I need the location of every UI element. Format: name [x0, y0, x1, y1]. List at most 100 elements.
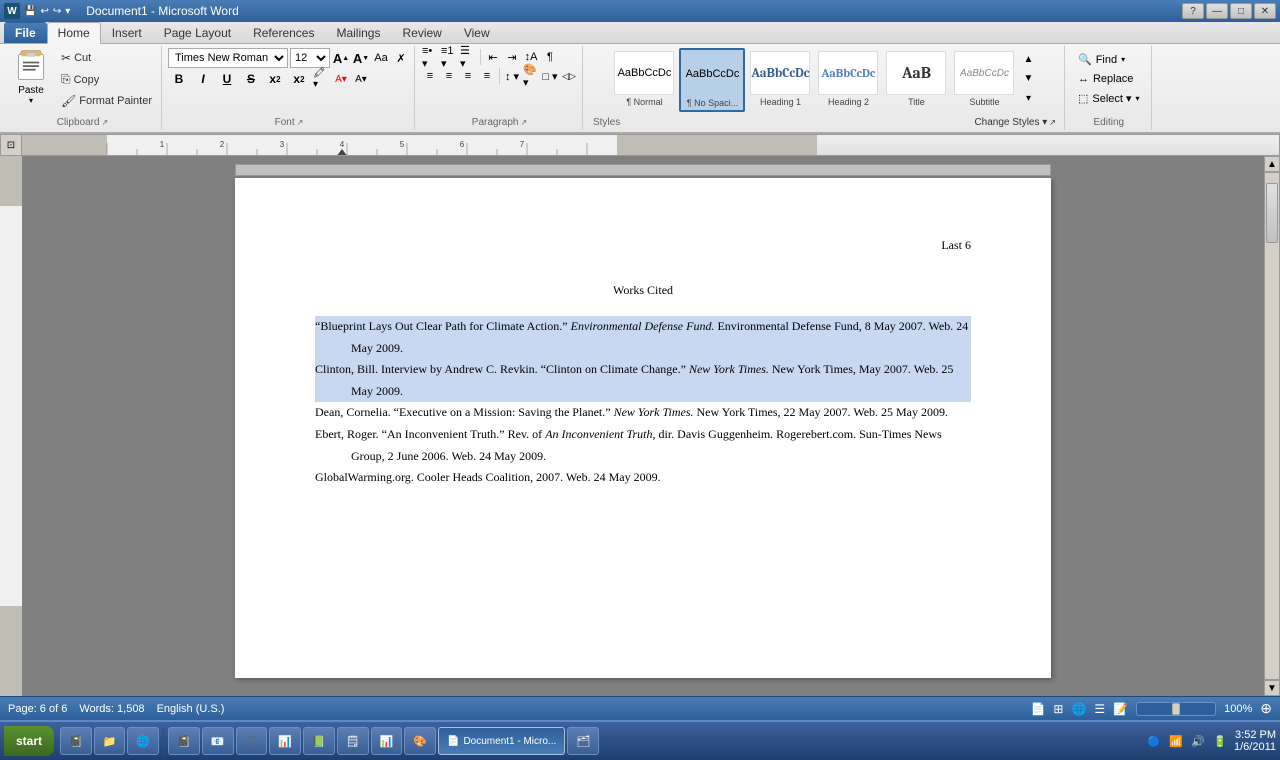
taskbar-access[interactable]: 📊 — [269, 727, 301, 755]
help-btn[interactable]: ? — [1182, 3, 1204, 19]
align-center-button[interactable]: ≡ — [440, 67, 458, 85]
bold-button[interactable]: B — [168, 69, 190, 89]
styles-expand[interactable]: ↗ — [1049, 118, 1056, 127]
text-highlight-button[interactable]: 🖍▾ — [312, 70, 330, 88]
show-hide-button[interactable]: ¶ — [541, 48, 559, 66]
paste-dropdown[interactable]: ▾ — [29, 96, 33, 105]
scroll-down-btn[interactable]: ▼ — [1264, 680, 1280, 696]
change-case-button[interactable]: Aa — [372, 49, 390, 67]
document-page[interactable]: Last 6 Works Cited “Blueprint Lays Out C… — [235, 178, 1051, 678]
select-button[interactable]: ⬚ Select ▾ ▾ — [1071, 89, 1147, 108]
scroll-up-btn[interactable]: ▲ — [1264, 156, 1280, 172]
close-btn[interactable]: ✕ — [1254, 3, 1276, 19]
scrollbar-thumb[interactable] — [1266, 183, 1278, 243]
style-normal[interactable]: AaBbCcDc ¶ Normal — [611, 48, 677, 110]
align-right-button[interactable]: ≡ — [459, 67, 477, 85]
quicklaunch-folder[interactable]: 📁 — [94, 727, 126, 755]
clear-format-button[interactable]: ✗ — [392, 49, 410, 67]
style-heading1[interactable]: AaBbCcDc Heading 1 — [747, 48, 813, 110]
tab-home[interactable]: Home — [47, 22, 101, 44]
style-nospace[interactable]: AaBbCcDc ¶ No Spaci... — [679, 48, 745, 112]
taskbar-files[interactable]: 🗂 — [567, 727, 599, 755]
justify-button[interactable]: ≡ — [478, 67, 496, 85]
view-fullscreen-btn[interactable]: ⊞ — [1053, 702, 1063, 716]
numbering-button[interactable]: ≡1 ▾ — [440, 48, 458, 66]
start-button[interactable]: start — [4, 726, 54, 756]
shrink-font-button[interactable]: A▼ — [352, 49, 370, 67]
taskbar-word[interactable]: 📄 Document1 - Micro... — [438, 727, 565, 755]
tab-mailings[interactable]: Mailings — [325, 22, 391, 43]
grow-font-button[interactable]: A▲ — [332, 49, 350, 67]
zoom-in-btn[interactable]: ⊕ — [1260, 700, 1272, 717]
ruler-corner[interactable]: ⊡ — [0, 134, 22, 156]
shading-button[interactable]: 🎨 ▾ — [522, 67, 540, 85]
align-left-button[interactable]: ≡ — [421, 67, 439, 85]
citation-1[interactable]: “Blueprint Lays Out Clear Path for Clima… — [315, 316, 971, 359]
content-area[interactable]: Last 6 Works Cited “Blueprint Lays Out C… — [22, 156, 1264, 696]
citation-5[interactable]: GlobalWarming.org. Cooler Heads Coalitio… — [315, 467, 971, 489]
underline-button[interactable]: U — [216, 69, 238, 89]
styles-more[interactable]: ▾ — [1019, 89, 1037, 107]
tab-view[interactable]: View — [453, 22, 501, 43]
quick-access-save[interactable]: 💾 — [24, 6, 36, 17]
citation-4[interactable]: Ebert, Roger. “An Inconvenient Truth.” R… — [315, 424, 971, 467]
paste-button[interactable]: Paste ▾ — [8, 48, 54, 106]
font-size-select[interactable]: 12 — [290, 48, 330, 68]
citation-2[interactable]: Clinton, Bill. Interview by Andrew C. Re… — [315, 359, 971, 402]
view-draft-btn[interactable]: 📝 — [1113, 702, 1128, 716]
tab-references[interactable]: References — [242, 22, 325, 43]
bullets-button[interactable]: ≡• ▾ — [421, 48, 439, 66]
copy-button[interactable]: ⎘ Copy — [56, 69, 157, 90]
multilevel-button[interactable]: ☰ ▾ — [459, 48, 477, 66]
paragraph-expand[interactable]: ↗ — [520, 118, 527, 127]
italic-button[interactable]: I — [192, 69, 214, 89]
minimize-btn[interactable]: — — [1206, 3, 1228, 19]
line-spacing-button[interactable]: ↕ ▾ — [503, 67, 521, 85]
tab-file[interactable]: File — [4, 22, 47, 43]
styles-scroll-down[interactable]: ▼ — [1019, 70, 1037, 88]
tab-page-layout[interactable]: Page Layout — [153, 22, 242, 43]
zoom-slider[interactable] — [1136, 702, 1216, 716]
styles-scroll-up[interactable]: ▲ — [1019, 51, 1037, 69]
clock[interactable]: 3:52 PM 1/6/2011 — [1234, 729, 1276, 753]
view-print-btn[interactable]: 📄 — [1030, 702, 1045, 716]
tab-insert[interactable]: Insert — [101, 22, 153, 43]
tray-network[interactable]: 📶 — [1166, 731, 1186, 751]
taskbar-outlook[interactable]: 📧 — [202, 727, 234, 755]
tab-review[interactable]: Review — [391, 22, 452, 43]
scrollbar-track[interactable] — [1264, 172, 1280, 680]
zoom-thumb[interactable] — [1172, 703, 1180, 715]
font-color-button[interactable]: A▾ — [332, 70, 350, 88]
taskbar-vb[interactable]: 📗 — [303, 727, 335, 755]
taskbar-onenote[interactable]: 📓 — [168, 727, 200, 755]
taskbar-notepad[interactable]: 🗒 — [337, 727, 369, 755]
taskbar-media[interactable]: 🎵 — [236, 727, 268, 755]
taskbar-excel[interactable]: 📊 — [371, 727, 403, 755]
clipboard-expand[interactable]: ↗ — [102, 118, 109, 127]
maximize-btn[interactable]: □ — [1230, 3, 1252, 19]
strikethrough-button[interactable]: S — [240, 69, 262, 89]
tray-volume[interactable]: 🔊 — [1188, 731, 1208, 751]
citation-3[interactable]: Dean, Cornelia. “Executive on a Mission:… — [315, 402, 971, 424]
quicklaunch-ie[interactable]: 🌐 — [127, 727, 159, 755]
quick-access-customize[interactable]: ▾ — [65, 6, 70, 17]
tray-bluetooth[interactable]: 🔵 — [1144, 731, 1164, 751]
taskbar-paint[interactable]: 🎨 — [404, 727, 436, 755]
view-outline-btn[interactable]: ☰ — [1094, 702, 1105, 716]
subscript-button[interactable]: x2 — [264, 69, 286, 89]
change-styles-button[interactable]: Change Styles ▾ ↗ — [974, 117, 1056, 128]
borders-button[interactable]: □ ▾ — [541, 67, 559, 85]
font-name-select[interactable]: Times New Roman — [168, 48, 288, 68]
quick-access-redo[interactable]: ↪ — [53, 6, 61, 17]
format-painter-button[interactable]: 🖌 Format Painter — [56, 91, 157, 111]
font-expand[interactable]: ↗ — [297, 118, 304, 127]
style-title[interactable]: AaB Title — [883, 48, 949, 110]
quick-access-undo[interactable]: ↩ — [40, 6, 48, 17]
superscript-button[interactable]: x2 — [288, 69, 310, 89]
replace-button[interactable]: ↔ Replace — [1071, 70, 1140, 88]
find-button[interactable]: 🔍 Find ▾ — [1071, 50, 1132, 69]
quicklaunch-onenote[interactable]: 📓 — [60, 727, 92, 755]
text-effects-button[interactable]: A▾ — [352, 70, 370, 88]
view-web-btn[interactable]: 🌐 — [1071, 702, 1086, 716]
style-subtitle[interactable]: AaBbCcDc Subtitle — [951, 48, 1017, 110]
